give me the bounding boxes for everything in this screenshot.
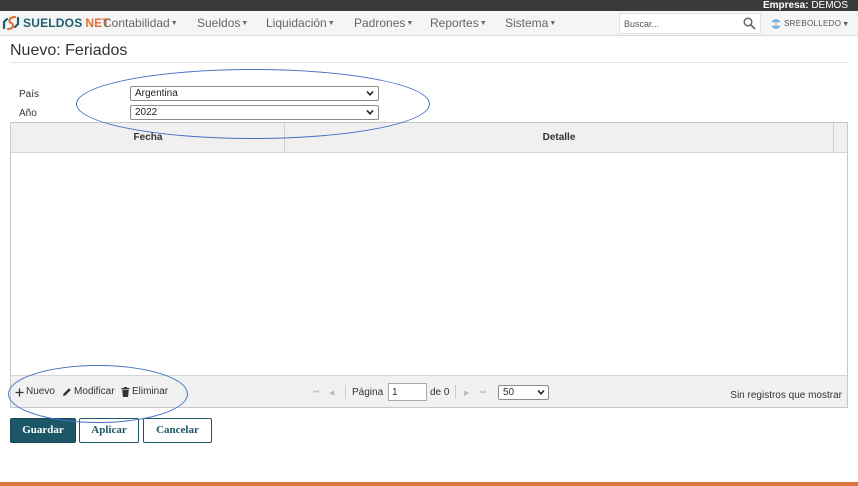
menu-label: Sistema [505,16,549,30]
pager-divider [345,385,346,399]
app-logo[interactable]: SUELDOS NET [2,14,109,32]
guardar-button[interactable]: Guardar [10,418,76,443]
next-page-icon[interactable]: ▶ [464,389,469,397]
pais-label: País [19,89,40,100]
pager-divider [455,385,456,399]
menu-reportes[interactable]: Reportes▼ [430,11,487,36]
anio-value: 2022 [135,107,158,118]
pais-select[interactable]: Argentina [130,86,379,101]
user-menu[interactable]: SREBOLLEDO▼ [771,11,849,36]
menu-label: Sueldos [197,16,241,30]
chevron-down-icon [537,389,545,395]
column-divider [833,123,834,153]
chevron-down-icon [366,109,374,115]
last-page-icon[interactable]: ⏭ [480,389,486,397]
caret-down-icon: ▼ [842,21,850,28]
user-name: SREBOLLEDO [784,19,842,28]
caret-down-icon: ▼ [406,20,414,28]
pais-value: Argentina [135,88,178,99]
grid-body[interactable] [11,154,847,375]
caret-down-icon: ▼ [170,20,178,28]
chevron-down-icon [366,90,374,96]
menu-sistema[interactable]: Sistema▼ [505,11,556,36]
logo-text-main: SUELDOS [23,16,83,30]
top-strip: Empresa: DEMOS [0,0,858,11]
prev-page-icon[interactable]: ◀ [329,389,334,397]
nuevo-button[interactable]: Nuevo [15,376,55,408]
search-box [619,13,761,34]
page-number-input[interactable] [388,383,427,401]
menu-contabilidad[interactable]: Contabilidad▼ [103,11,178,36]
search-icon[interactable] [743,17,756,30]
menu-liquidacion[interactable]: Liquidación▼ [266,11,335,36]
page-size-select[interactable]: 50 [498,385,549,400]
pencil-icon [63,388,71,396]
menu-label: Padrones [354,16,406,30]
menu-sueldos[interactable]: Sueldos▼ [197,11,248,36]
trash-icon [121,387,130,397]
modificar-button[interactable]: Modificar [62,376,115,408]
empty-records-text: Sin registros que mostrar [730,390,842,401]
aplicar-button[interactable]: Aplicar [79,418,139,443]
grid-header: Fecha Detalle [11,123,847,153]
feriados-grid: Fecha Detalle Nuevo Modificar Eliminar ⏮… [10,122,848,408]
company-name: DEMOS [811,0,848,11]
caret-down-icon: ▼ [479,20,487,28]
bottom-accent-bar [0,482,858,486]
search-input[interactable] [620,14,738,34]
company-label: Empresa: [762,0,809,11]
column-header-detalle[interactable]: Detalle [285,123,833,153]
argentina-flag-icon [771,19,781,29]
plus-icon [15,388,24,396]
eliminar-label: Eliminar [132,386,169,397]
anio-select[interactable]: 2022 [130,105,379,120]
column-header-fecha[interactable]: Fecha [11,123,285,153]
menu-padrones[interactable]: Padrones▼ [354,11,413,36]
page-count: de 0 [430,387,450,398]
grid-footer: Nuevo Modificar Eliminar ⏮ ◀ Página de 0… [11,375,847,407]
logo-icon [2,15,20,31]
menu-label: Contabilidad [103,16,170,30]
cancelar-button[interactable]: Cancelar [143,418,212,443]
company-indicator: Empresa: DEMOS [763,0,848,11]
title-divider [10,62,848,63]
anio-label: Año [19,108,37,119]
caret-down-icon: ▼ [327,20,335,28]
page-title: Nuevo: Feriados [10,42,128,59]
navbar: SUELDOS NET Contabilidad▼ Sueldos▼ Liqui… [0,11,858,36]
caret-down-icon: ▼ [549,20,557,28]
page-label: Página [352,387,384,398]
page-size-value: 50 [503,387,515,398]
first-page-icon[interactable]: ⏮ [313,389,319,397]
nuevo-label: Nuevo [26,386,55,397]
caret-down-icon: ▼ [241,20,249,28]
modificar-label: Modificar [74,386,115,397]
eliminar-button[interactable]: Eliminar [121,376,168,408]
menu-label: Liquidación [266,16,327,30]
menu-label: Reportes [430,16,479,30]
